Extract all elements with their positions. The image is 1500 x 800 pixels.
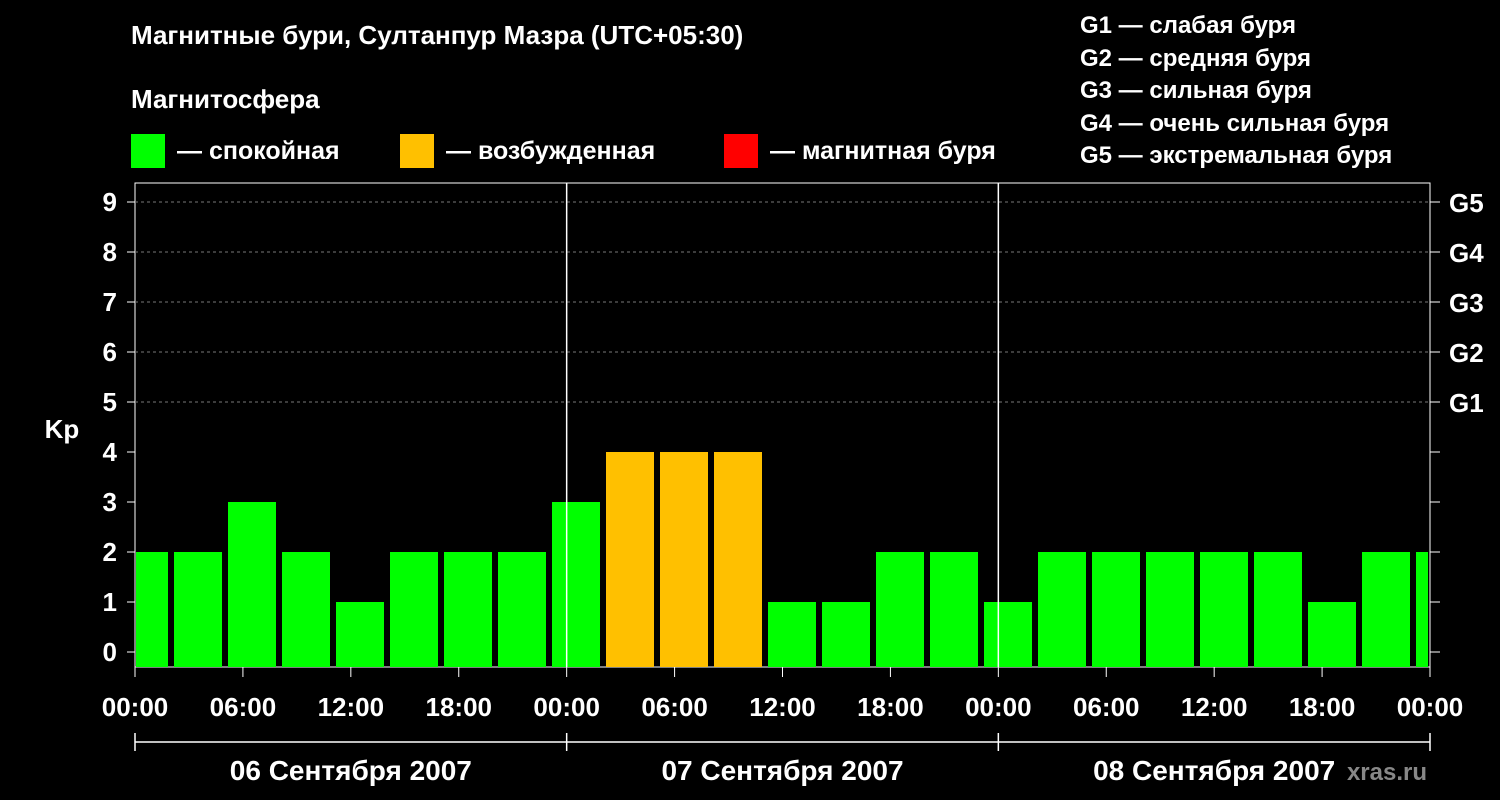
kp-bar	[552, 502, 600, 667]
kp-bar	[768, 602, 816, 667]
kp-bar	[984, 602, 1032, 667]
kp-chart: Kp xras.ru 0 1 2 3 4 5 6 7 8 9 G1 G2 G3 G4 G5 00:00 06:0…	[45, 182, 1484, 786]
x-tick-label: 12:00	[1181, 692, 1248, 722]
x-tick-label: 12:00	[749, 692, 816, 722]
y-tick-label: 9	[103, 187, 117, 217]
kp-bar	[336, 602, 384, 667]
kp-bar	[1362, 552, 1410, 667]
y-tick-label: 2	[103, 537, 117, 567]
g-level-label: G2	[1449, 338, 1484, 368]
g-level-label: G3	[1449, 288, 1484, 318]
kp-bar	[1038, 552, 1086, 667]
kp-bar	[606, 452, 654, 667]
kp-bar	[1092, 552, 1140, 667]
g-level-label: G1	[1449, 388, 1484, 418]
x-tick-label: 06:00	[641, 692, 708, 722]
g-level-label: G5	[1449, 188, 1484, 218]
x-tick-label: 18:00	[1289, 692, 1356, 722]
x-tick-label: 00:00	[965, 692, 1032, 722]
kp-bar	[1308, 602, 1356, 667]
day-label: 08 Сентября 2007	[1093, 755, 1335, 786]
kp-bar	[1416, 552, 1428, 667]
x-tick-label: 00:00	[1397, 692, 1464, 722]
y-tick-label: 8	[103, 237, 117, 267]
x-tick-label: 12:00	[318, 692, 385, 722]
x-tick-label: 06:00	[210, 692, 277, 722]
y-tick-label: 0	[103, 637, 117, 667]
kp-bar	[876, 552, 924, 667]
x-tick-label: 00:00	[102, 692, 169, 722]
kp-bar	[390, 552, 438, 667]
kp-bar	[822, 602, 870, 667]
y-tick-label: 4	[103, 437, 118, 467]
day-label: 07 Сентября 2007	[661, 755, 903, 786]
kp-bar	[660, 452, 708, 667]
x-tick-label: 06:00	[1073, 692, 1140, 722]
kp-bar	[1146, 552, 1194, 667]
kp-bar	[174, 552, 222, 667]
x-tick-label: 00:00	[533, 692, 600, 722]
kp-bar	[498, 552, 546, 667]
y-tick-label: 7	[103, 287, 117, 317]
y-tick-label: 3	[103, 487, 117, 517]
kp-bar	[282, 552, 330, 667]
y-tick-label: 6	[103, 337, 117, 367]
kp-bar	[444, 552, 492, 667]
y-tick-label: 5	[103, 387, 117, 417]
kp-bar	[1200, 552, 1248, 667]
kp-bar	[1254, 552, 1302, 667]
day-label: 06 Сентября 2007	[230, 755, 472, 786]
y-tick-label: 1	[103, 587, 117, 617]
g-level-label: G4	[1449, 238, 1484, 268]
kp-bar	[714, 452, 762, 667]
x-tick-label: 18:00	[857, 692, 924, 722]
watermark: xras.ru	[1347, 759, 1427, 786]
y-axis-title: Kp	[45, 414, 80, 444]
x-tick-label: 18:00	[426, 692, 493, 722]
kp-bar	[136, 552, 168, 667]
kp-bar	[930, 552, 978, 667]
kp-bar	[228, 502, 276, 667]
